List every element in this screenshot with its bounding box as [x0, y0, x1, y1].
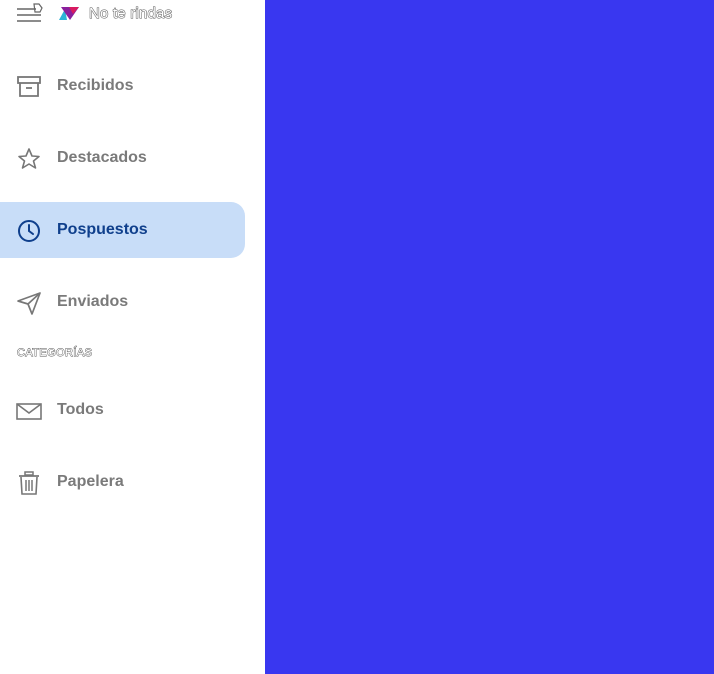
clock-icon	[18, 220, 40, 242]
nav-label-todos: Todos	[57, 401, 104, 418]
nav-label-destacados: Destacados	[57, 149, 147, 166]
star-icon	[18, 148, 40, 169]
trash-icon	[19, 471, 39, 495]
nav-item-enviados[interactable]: Enviados	[0, 274, 245, 330]
nav-item-recibidos[interactable]: Recibidos	[0, 58, 245, 114]
menu-icon[interactable]	[16, 2, 44, 24]
send-icon	[17, 292, 41, 315]
nav-item-papelera[interactable]: Papelera	[0, 454, 245, 510]
nav-label-recibidos: Recibidos	[57, 77, 134, 94]
nav-item-todos[interactable]: Todos	[0, 382, 245, 438]
triangle-logo-icon	[59, 7, 79, 20]
sidebar-header: No te rindas	[0, 0, 265, 28]
envelope-icon	[16, 403, 42, 420]
nav-item-destacados[interactable]: Destacados	[0, 130, 245, 186]
sidebar: No te rindas Recibidos Destacados Pospue…	[0, 0, 265, 674]
app-title: No te rindas	[88, 5, 173, 23]
archive-box-icon	[17, 76, 41, 97]
app-window: No te rindas Recibidos Destacados Pospue…	[0, 0, 714, 674]
nav-label-papelera: Papelera	[57, 473, 124, 490]
main-panel	[265, 0, 714, 674]
nav-item-pospuestos[interactable]: Pospuestos	[0, 202, 245, 258]
nav-label-enviados: Enviados	[57, 293, 129, 310]
categories-heading: CATEGORÍAS	[17, 347, 93, 360]
nav-label-pospuestos: Pospuestos	[57, 221, 148, 238]
